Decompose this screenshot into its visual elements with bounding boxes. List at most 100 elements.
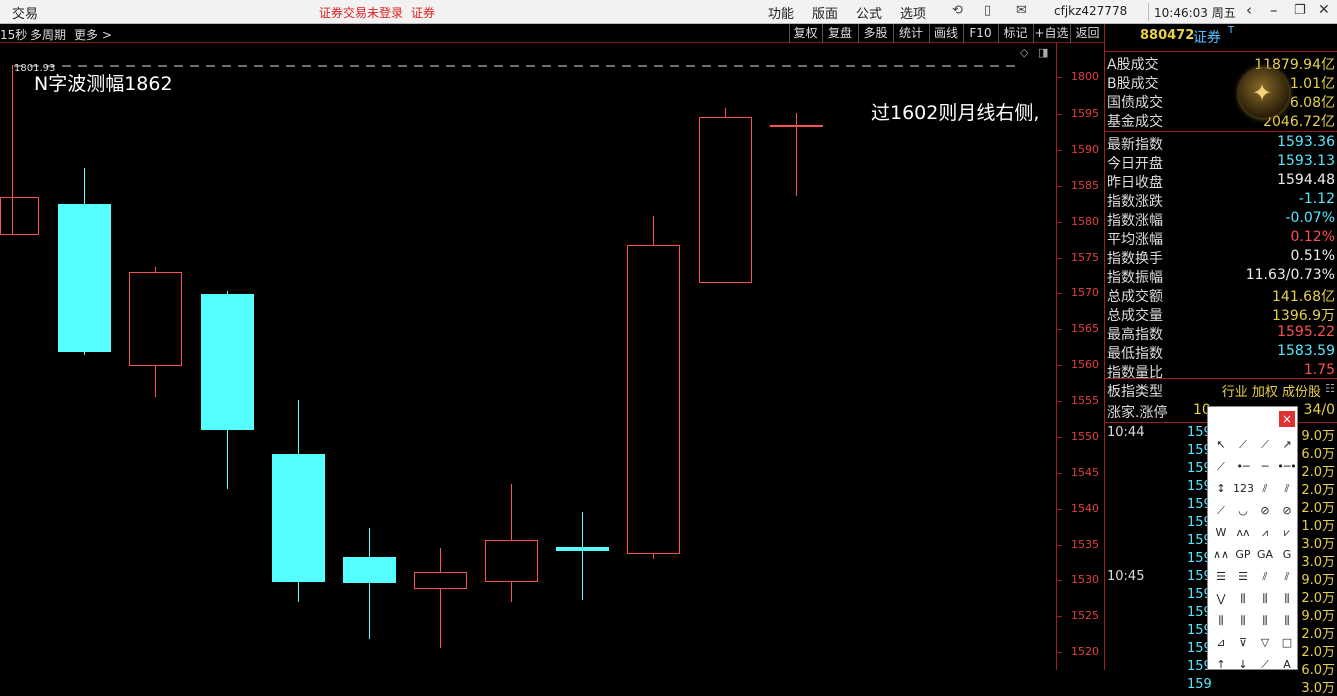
drawing-tool-icon[interactable]: ⫼ [1233, 611, 1253, 631]
diamond-icon[interactable]: ◇ [1020, 46, 1028, 59]
drawing-tool-icon[interactable]: ⫽ [1277, 479, 1297, 499]
drawing-tool-icon[interactable]: ⋁ [1211, 589, 1231, 609]
drawing-tool-icon[interactable]: ⩘ [1255, 523, 1275, 543]
drawing-tool-icon[interactable]: ⊘ [1277, 501, 1297, 521]
minimize-icon[interactable]: – [1270, 1, 1278, 19]
drawing-tool-icon[interactable]: ⫼ [1211, 611, 1231, 631]
drawing-tool-icon[interactable]: ⫼ [1277, 589, 1297, 609]
add-watchlist-button[interactable]: +自选 [1033, 24, 1069, 43]
f10-button[interactable]: F10 [963, 24, 997, 43]
replay-button[interactable]: 复盘 [822, 24, 857, 43]
stat-label: 总成交额 [1107, 289, 1163, 305]
candlestick-chart[interactable]: 1801.93 ◇ ◨ N字波测幅1862 过1602则月线右侧, [0, 43, 1056, 670]
drawing-tool-icon[interactable]: ⩗ [1277, 523, 1297, 543]
drawing-tool-icon[interactable]: ─ [1255, 457, 1275, 477]
trade-menu[interactable]: 交易 [12, 3, 38, 22]
stat-label: 指数涨跌 [1107, 194, 1163, 210]
login-warning[interactable]: 证券交易未登录 [319, 4, 403, 21]
more-button[interactable]: 更多 > [74, 26, 112, 43]
securities-link[interactable]: 证券 [411, 4, 435, 21]
drawing-tool-icon[interactable]: ⫼ [1255, 589, 1275, 609]
drawing-tool-icon[interactable]: ↑ [1211, 655, 1231, 675]
drawing-tool-icon[interactable]: ⫼ [1233, 589, 1253, 609]
candle[interactable] [129, 272, 182, 366]
drawing-tool-icon[interactable]: ↕ [1211, 479, 1231, 499]
drawing-tool-icon[interactable]: G [1277, 545, 1297, 565]
axis-label: 1530 [1071, 573, 1099, 586]
drawing-tool-icon[interactable]: ⟋ [1211, 457, 1231, 477]
axis-label: 1800 [1071, 70, 1099, 83]
drawing-tool-icon[interactable]: ↗ [1277, 435, 1297, 455]
drawing-tool-icon[interactable]: ⟋ [1211, 501, 1231, 521]
candle[interactable] [699, 117, 752, 283]
drawing-tool-icon[interactable]: •─• [1277, 457, 1297, 477]
close-icon[interactable]: × [1279, 411, 1295, 427]
menu-options[interactable]: 选项 [900, 3, 926, 22]
drawing-tool-icon[interactable]: A [1277, 655, 1297, 675]
candle[interactable] [627, 245, 680, 554]
drawing-tool-icon[interactable]: GA [1255, 545, 1275, 565]
period-selector[interactable]: 15秒 [0, 26, 27, 43]
return-button[interactable]: 返回 [1070, 24, 1104, 43]
drawing-tool-icon[interactable]: ☰ [1233, 567, 1253, 587]
bird-logo-icon[interactable]: ✦ [1239, 68, 1289, 118]
candle[interactable] [556, 547, 609, 551]
back-arrow-icon[interactable]: ‹ [1246, 1, 1252, 19]
drawing-tool-icon[interactable]: ⫼ [1277, 611, 1297, 631]
candle[interactable] [58, 204, 111, 352]
drawing-tool-icon[interactable]: 123 [1233, 479, 1254, 499]
drawing-tool-icon[interactable]: W [1211, 523, 1231, 543]
drawing-tool-icon[interactable]: ⫽ [1255, 567, 1275, 587]
candle[interactable] [770, 125, 823, 127]
drawing-tool-icon[interactable]: ↖ [1211, 435, 1231, 455]
multi-stock-button[interactable]: 多股 [858, 24, 892, 43]
index-name[interactable]: 证券 [1193, 27, 1221, 47]
draw-line-button[interactable]: 画线 [929, 24, 962, 43]
panel-toggle-icon[interactable]: ◨ [1038, 46, 1048, 59]
candle[interactable] [201, 294, 254, 430]
multi-period-button[interactable]: 多周期 [30, 26, 66, 43]
stat-value: 1593.36 [1277, 134, 1335, 150]
axis-label: 1590 [1071, 143, 1099, 156]
drawing-tool-icon[interactable]: ʌʌ [1233, 523, 1253, 543]
candle-wick [440, 548, 441, 648]
drawing-tool-icon[interactable]: ⫽ [1255, 479, 1275, 499]
candle[interactable] [343, 557, 396, 583]
menu-layout[interactable]: 版面 [812, 3, 838, 22]
restore-icon[interactable]: ❐ [1294, 3, 1306, 18]
close-icon[interactable]: ✕ [1318, 2, 1330, 18]
mark-button[interactable]: 标记 [998, 24, 1032, 43]
drawing-tool-icon[interactable]: ↓ [1233, 655, 1253, 675]
drawing-tool-icon[interactable]: ⫼ [1255, 611, 1275, 631]
adjust-button[interactable]: 复权 [789, 24, 821, 43]
username[interactable]: cfjkz427778 [1054, 4, 1127, 18]
axis-label: 1520 [1071, 645, 1099, 658]
board-menu-icon[interactable]: ☷ [1325, 382, 1335, 395]
drawing-tool-icon[interactable]: ⟋ [1233, 435, 1253, 455]
drawing-tool-icon[interactable]: □ [1277, 633, 1297, 653]
candle[interactable] [272, 454, 325, 582]
phone-icon[interactable]: ▯ [984, 3, 991, 18]
board-options[interactable]: 行业 加权 成份股 [1222, 381, 1321, 400]
mail-icon[interactable]: ✉ [1016, 3, 1027, 18]
drawing-tool-icon[interactable]: ⫽ [1277, 567, 1297, 587]
drawing-tool-icon[interactable]: ☰ [1211, 567, 1231, 587]
drawing-tool-icon[interactable]: ◡ [1233, 501, 1253, 521]
drawing-tool-icon[interactable]: ⟋ [1255, 435, 1275, 455]
statistics-button[interactable]: 统计 [893, 24, 928, 43]
drawing-tool-icon[interactable]: ⟋ [1255, 655, 1275, 675]
menu-function[interactable]: 功能 [768, 3, 794, 22]
drawing-tool-icon[interactable]: ∧∧ [1211, 545, 1231, 565]
candle[interactable] [414, 572, 467, 589]
axis-tick [1057, 222, 1062, 223]
drawing-tool-icon[interactable]: ▽ [1255, 633, 1275, 653]
candle[interactable] [485, 540, 538, 582]
drawing-tool-icon[interactable]: ⊽ [1233, 633, 1253, 653]
drawing-tool-icon[interactable]: GP [1233, 545, 1253, 565]
menu-formula[interactable]: 公式 [856, 3, 882, 22]
drawing-tool-icon[interactable]: ⊿ [1211, 633, 1231, 653]
candle[interactable] [0, 197, 39, 235]
refresh-icon[interactable]: ⟲ [952, 3, 963, 18]
drawing-tool-icon[interactable]: •─ [1233, 457, 1253, 477]
drawing-tool-icon[interactable]: ⊘ [1255, 501, 1275, 521]
